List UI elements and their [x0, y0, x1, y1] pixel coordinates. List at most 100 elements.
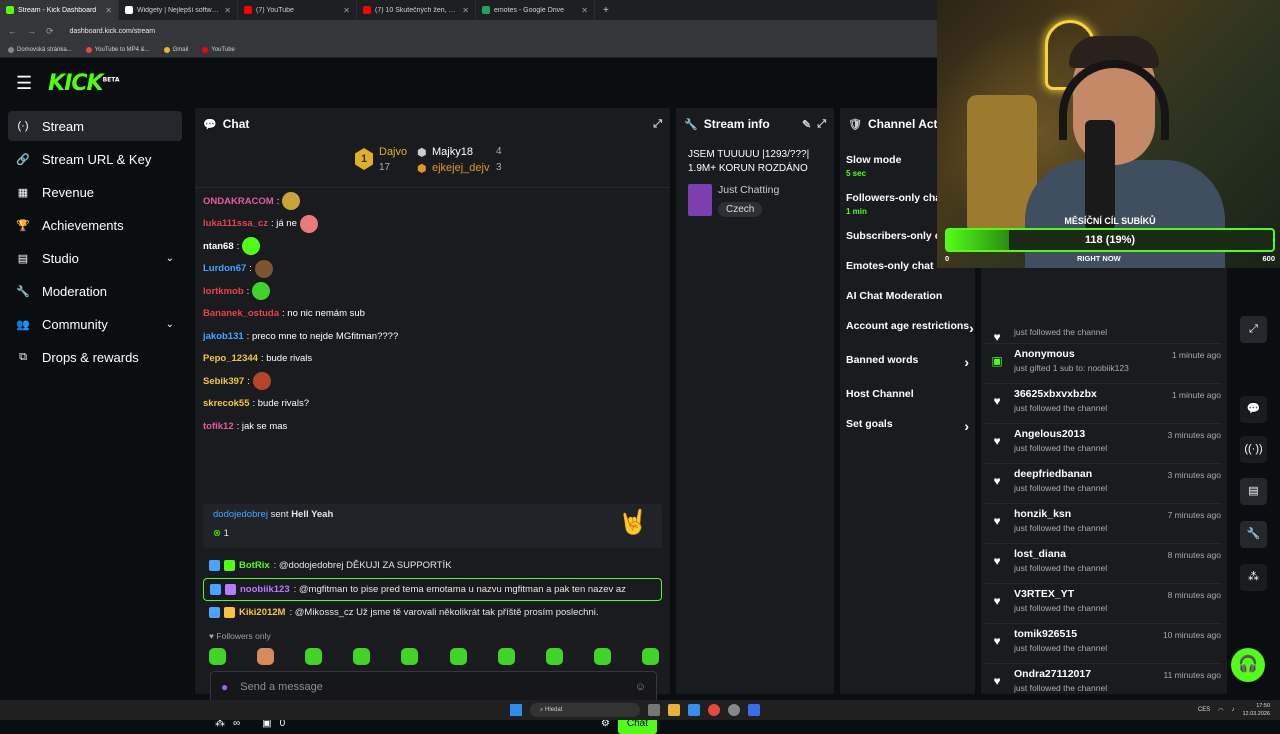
leader-third-name[interactable]: ejkejej_dejv [432, 162, 489, 174]
channel-action-host-channel[interactable]: Host Channel [840, 388, 975, 400]
browser-tab[interactable]: Stream - Kick Dashboard ✕ [0, 0, 119, 20]
back-icon[interactable]: ← [8, 26, 17, 36]
chat-username[interactable]: jakob131 [203, 331, 244, 342]
chevron-right-icon[interactable]: › [969, 320, 974, 336]
chat-username[interactable]: skrecok55 [203, 398, 249, 409]
store-icon[interactable] [688, 704, 700, 716]
chat-username[interactable]: BotRix [239, 560, 270, 571]
expand-icon[interactable]: ⤢ [1240, 316, 1267, 343]
sidebar-item-revenue[interactable]: ▦ Revenue [8, 177, 182, 207]
activity-username[interactable]: V3RTEX_YT [1014, 588, 1158, 600]
chevron-down-icon[interactable]: ⌄ [166, 319, 174, 330]
emote-icon[interactable] [593, 648, 611, 665]
popout-icon[interactable]: ⤢ [653, 118, 662, 131]
bookmark-item[interactable]: Gmail [163, 46, 188, 53]
help-headset-button[interactable]: 🎧 [1231, 648, 1265, 682]
channel-action-account-age-restrictions[interactable]: Account age restrictions › [840, 320, 975, 336]
sidebar-item-community[interactable]: 👥 Community ⌄ [8, 309, 182, 339]
chat-username[interactable]: Bananek_ostuda [203, 308, 279, 319]
app-icon[interactable] [748, 704, 760, 716]
chat-username[interactable]: Pepo_12344 [203, 353, 258, 364]
emote-icon[interactable] [545, 648, 563, 665]
category-name[interactable]: Just Chatting [718, 184, 779, 196]
layout-icon[interactable]: ▤ [1240, 478, 1267, 505]
activity-username[interactable]: Anonymous [1014, 348, 1162, 360]
lang-indicator[interactable]: CES [1198, 707, 1210, 713]
tab-close-icon[interactable]: ✕ [224, 6, 231, 15]
file-explorer-icon[interactable] [668, 704, 680, 716]
task-view-icon[interactable] [648, 704, 660, 716]
emote-icon[interactable] [641, 648, 659, 665]
leader-second-name[interactable]: Majky18 [432, 146, 473, 158]
activity-username[interactable]: deepfriedbanan [1014, 468, 1158, 480]
emoji-icon[interactable]: ☺ [635, 681, 646, 693]
gift-user[interactable]: dodojedobrej [213, 509, 268, 520]
channel-action-ai-chat-moderation[interactable]: AI Chat Moderation [840, 290, 975, 302]
chat-bubble-icon[interactable]: 💬 [1240, 396, 1267, 423]
emote-icon[interactable] [449, 648, 467, 665]
activity-username[interactable]: tomik926515 [1014, 628, 1153, 640]
activity-username[interactable]: honzik_ksn [1014, 508, 1158, 520]
bookmark-item[interactable]: YouTube to MP4 &... [85, 46, 150, 53]
chat-username[interactable]: tofik12 [203, 421, 234, 432]
tab-close-icon[interactable]: ✕ [581, 6, 588, 15]
message-input[interactable]: ● Send a message ☺ [210, 671, 657, 703]
menu-icon[interactable]: ☰ [16, 73, 32, 94]
sidebar-item-moderation[interactable]: 🔧 Moderation [8, 276, 182, 306]
emote-icon[interactable] [497, 648, 515, 665]
chat-username[interactable]: Sebik397 [203, 376, 244, 387]
sidebar-item-stream-url-key[interactable]: 🔗 Stream URL & Key [8, 144, 182, 174]
broadcast-icon[interactable]: ((·)) [1240, 436, 1267, 463]
sidebar-item-studio[interactable]: ▤ Studio ⌄ [8, 243, 182, 273]
browser-tab[interactable]: Widgety | Nejlepší software pro✕ [119, 0, 238, 20]
emote-icon[interactable] [209, 648, 226, 665]
activity-username[interactable]: 36625xbxvxbzbx [1014, 388, 1162, 400]
chat-username[interactable]: ntan68 [203, 241, 234, 252]
emote-icon[interactable] [257, 648, 275, 665]
browser-tab[interactable]: emotes - Google Drive ✕ [476, 0, 595, 20]
tab-close-icon[interactable]: ✕ [105, 6, 112, 15]
volume-icon[interactable]: ♪ [1231, 707, 1234, 713]
sidebar-item-achievements[interactable]: 🏆 Achievements [8, 210, 182, 240]
new-tab-button[interactable]: + [595, 5, 617, 16]
chrome-icon[interactable] [708, 704, 720, 716]
chat-username[interactable]: lortkmob [203, 286, 244, 297]
tab-close-icon[interactable]: ✕ [462, 6, 469, 15]
microphone-icon[interactable]: ● [221, 680, 228, 694]
bookmark-item[interactable]: Domovská stránka... [8, 46, 72, 53]
chat-username[interactable]: Kiki2012M [239, 607, 285, 618]
chevron-down-icon[interactable]: ⌄ [166, 253, 174, 264]
windows-start-icon[interactable] [510, 704, 522, 716]
drops-icon[interactable]: ⁂ [1240, 564, 1267, 591]
sidebar-item-drops-rewards[interactable]: ⧉ Drops & rewards [8, 342, 182, 372]
channel-action-banned-words[interactable]: Banned words › [840, 354, 975, 370]
sidebar-item-stream[interactable]: (·) Stream [8, 111, 182, 141]
popout-icon[interactable]: ⤢ [817, 118, 826, 131]
emote-icon[interactable] [401, 648, 419, 665]
reload-icon[interactable]: ⟳ [46, 26, 54, 37]
wrench-icon[interactable]: 🔧 [1240, 521, 1267, 548]
emote-icon[interactable] [305, 648, 323, 665]
clock[interactable]: 17:50 12.03.2026 [1242, 702, 1270, 718]
chat-username[interactable]: noobiik123 [240, 584, 290, 595]
wifi-icon[interactable]: ◠ [1218, 707, 1223, 714]
leader-first-name[interactable]: Dajvo [379, 146, 407, 158]
chevron-right-icon[interactable]: › [964, 418, 969, 434]
chat-username[interactable]: ONDAKRACOM [203, 196, 274, 207]
kick-logo[interactable]: KICKBETA [48, 71, 119, 96]
chat-username[interactable]: Lurdon67 [203, 263, 246, 274]
channel-action-set-goals[interactable]: Set goals › [840, 418, 975, 434]
activity-username[interactable]: lost_diana [1014, 548, 1158, 560]
taskbar-search[interactable]: ⌕ Hledat [530, 703, 640, 717]
browser-tab[interactable]: (7) 10 Skutečných žen, které jsou ✕ [357, 0, 476, 20]
activity-username[interactable]: Ondra27112017 [1014, 668, 1154, 680]
forward-icon[interactable]: → [27, 26, 36, 36]
browser-tab[interactable]: (7) YouTube ✕ [238, 0, 357, 20]
activity-username[interactable]: Angelous2013 [1014, 428, 1158, 440]
settings-icon[interactable] [728, 704, 740, 716]
emote-icon[interactable] [353, 648, 371, 665]
bookmark-item[interactable]: YouTube [202, 46, 235, 53]
url-field[interactable]: dashboard.kick.com/stream [70, 28, 156, 35]
edit-icon[interactable]: ✎ [802, 118, 811, 131]
chevron-right-icon[interactable]: › [964, 354, 969, 370]
